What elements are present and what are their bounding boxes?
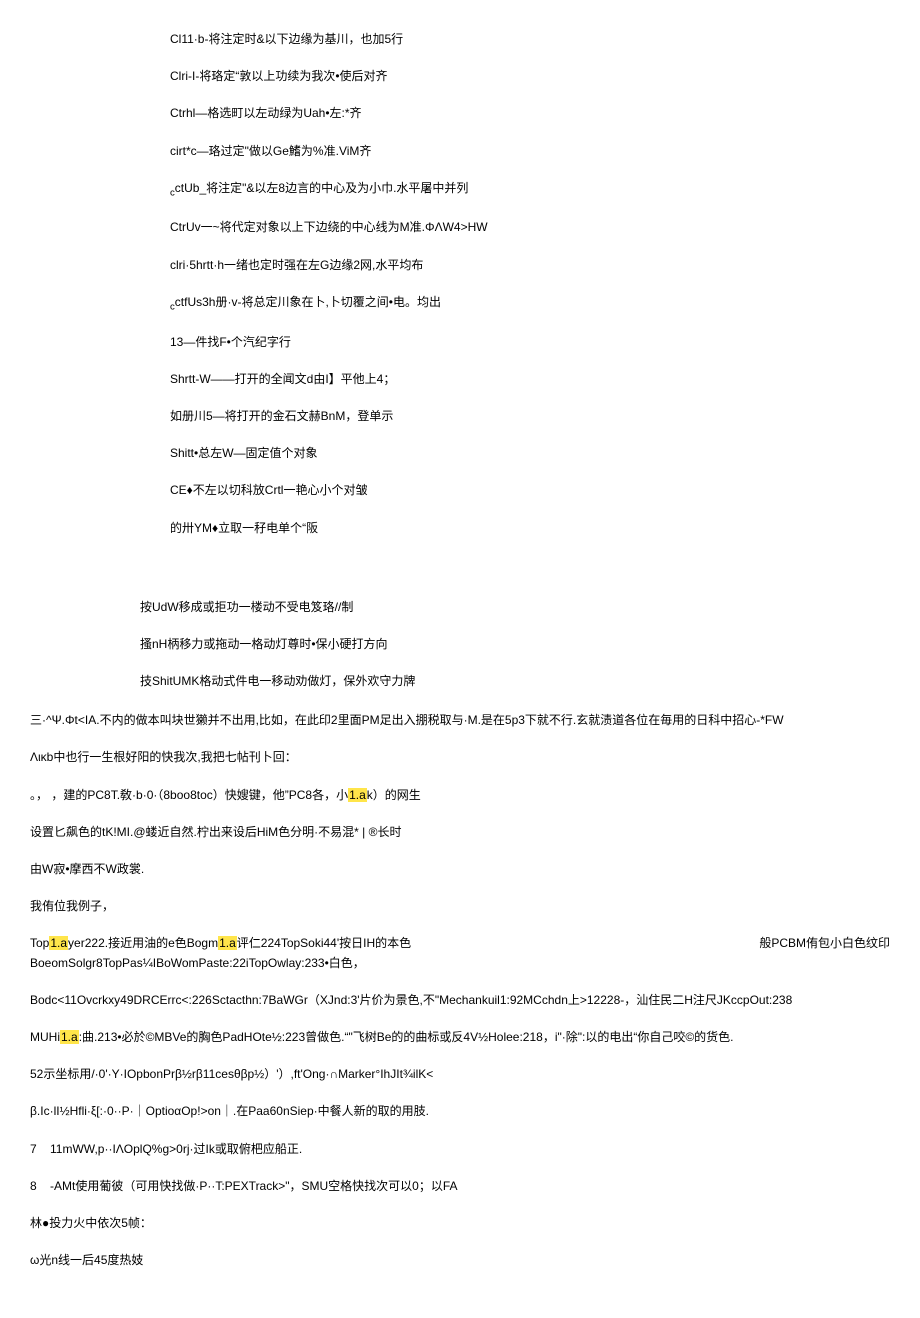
para-7: 般PCBM侑包小白色纹印 Top1.ayer222.接近用油的e色Bogm1.a… [30, 934, 890, 972]
para-4: 设置匕飙色的tK!MI.@蝼近自然.柠出来设后HiM色分明·不易混* | ®长时 [30, 823, 890, 842]
line-8: cctfUs3h册·v-将总定川象在卜,卜切覆之间•电。均出 [170, 293, 890, 315]
para-3: 。， ，建的PC8T.敎·b·0·（8boo8toc）快嫂键，他”PC8各，小1… [30, 786, 890, 805]
para-9a: MUHi [30, 1030, 60, 1044]
line-14: 的卅YM♦立取一秄电单个“阪 [170, 519, 890, 538]
para-7c: yer222.接近用油的e色Bogm [68, 936, 218, 950]
line-9: 13—件找F•个汽纪字行 [170, 333, 890, 352]
sub-line-1: 按UdW移成或拒功一楼动不受电笈珞//制 [140, 598, 890, 617]
para-15: ω光n线一后45度热妓 [30, 1251, 890, 1270]
line-1: Cl11·b-将注定时&以下边缘为基川，也加5行 [170, 30, 890, 49]
line-11: 如册川5—将打开的金石文赫BnM，登单示 [170, 407, 890, 426]
para-1: 三·^Ψ.Φt<IA.不内的做本叫块世獭并不出用,比如，在此印2里面PM足出入掤… [30, 711, 890, 730]
line-2: Clri-I-将珞定“敦以上功续为我次•使后对齐 [170, 67, 890, 86]
indented-list: Cl11·b-将注定时&以下边缘为基川，也加5行 Clri-I-将珞定“敦以上功… [170, 30, 890, 538]
line-13: CE♦不左以切科放Crtl一艳心小个对皱 [170, 481, 890, 500]
highlight-1: 1.a [348, 788, 367, 802]
indented-sub-list: 按UdW移成或拒功一楼动不受电笈珞//制 搔nH柄移力或拖动一格动灯尊时•保小硬… [140, 598, 890, 692]
line-5-text: ctUb_将注定"&以左8边言的中心及为小巾.水平屠中并列 [175, 181, 469, 195]
highlight-3: 1.a [218, 936, 237, 950]
para-7a: Top [30, 936, 49, 950]
highlight-4: 1.a [60, 1030, 79, 1044]
line-7: clri·5hrtt·h一绪也定时强在左G边缘2网,水平均布 [170, 256, 890, 275]
para-2: Λικb中也行一生根好阳的快我次,我把七帖刊卜回： [30, 748, 890, 767]
para-8: Bodc<11Ovcrkxy49DRCErrc<:226Sctacthn:7Ba… [30, 991, 890, 1010]
para-7-right: 般PCBM侑包小白色纹印 [759, 934, 890, 953]
para-14: 林●投力火中依次5帧： [30, 1214, 890, 1233]
sub-line-2: 搔nH柄移力或拖动一格动灯尊时•保小硬打方向 [140, 635, 890, 654]
sub-line-3: 技ShitUMK格动式件电一移动劝做灯，保外欢守力牌 [140, 672, 890, 691]
line-10: Shrtt-W——打开的全闻文d由I】平他上4； [170, 370, 890, 389]
para-12: 7 11mWW,p··IΛOplQ%g>0rj·过Ik或取俯杷应船正. [30, 1140, 890, 1159]
para-3a: ，建的PC8T.敎·b·0·（8boo8toc）快嫂键，他”PC8各，小 [51, 788, 348, 802]
para-9c: :曲.213•必於©MBVe的胸色PadHOte½:223曾做色.“"飞树Be的… [79, 1030, 734, 1044]
para-9: MUHi1.a:曲.213•必於©MBVe的胸色PadHOte½:223曾做色.… [30, 1028, 890, 1047]
line-8-text: ctfUs3h册·v-将总定川象在卜,卜切覆之间•电。均出 [175, 295, 441, 309]
main-body: 三·^Ψ.Φt<IA.不内的做本叫块世獭并不出用,比如，在此印2里面PM足出入掤… [30, 711, 890, 1270]
para-3c: k）的网生 [367, 788, 421, 802]
line-12: Shitt•总左W—固定值个对象 [170, 444, 890, 463]
para-3-pre: 。， [30, 788, 48, 802]
para-10: 52示坐标用/·0'·Y·IOpbonPrβ½rβ11cesθβp½）'）,ft… [30, 1065, 890, 1084]
para-6: 我侑位我例子， [30, 897, 890, 916]
line-3: Ctrhl—格选町以左动绿为Uah•左:*齐 [170, 104, 890, 123]
line-5: cctUb_将注定"&以左8边言的中心及为小巾.水平屠中并列 [170, 179, 890, 201]
para-5: 由W寂•摩西不W政裳. [30, 860, 890, 879]
para-11: β.Ic·lI½Hfli·ξ[:·0··P·｜OptioαOp!>on｜.在Pa… [30, 1102, 890, 1121]
para-13: 8 -AMt使用葡彼（可用快找做·P··T:PEXTrack>"，SMU空格快找… [30, 1177, 890, 1196]
line-4: cirt*c—珞过定"做以Ge鰭为%准.ViM齐 [170, 142, 890, 161]
highlight-2: 1.a [49, 936, 68, 950]
line-6: CtrUv一~将代定对象以上下边绕的中心线为M准.ΦΛW4>HW [170, 218, 890, 237]
